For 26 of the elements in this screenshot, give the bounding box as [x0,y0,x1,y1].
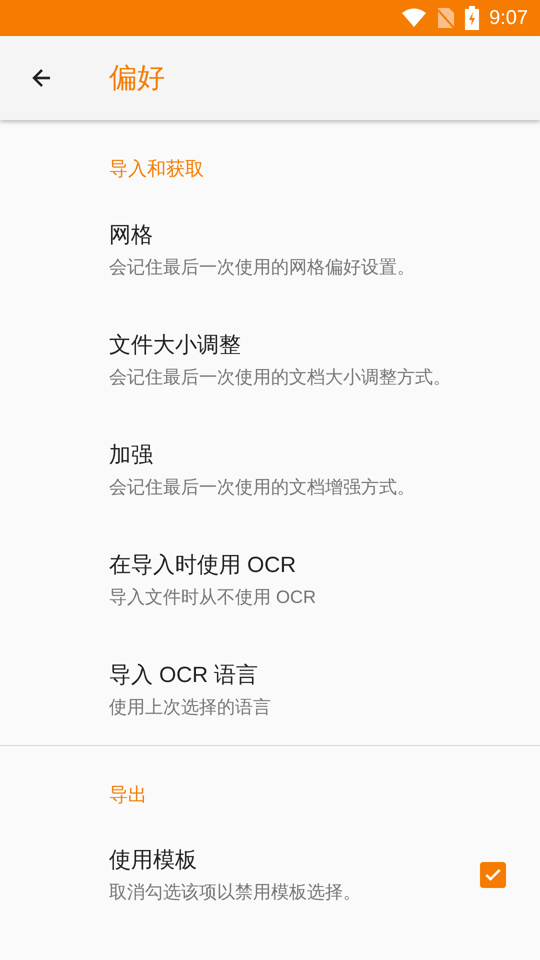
preference-item[interactable]: 加强 会记住最后一次使用的文档增强方式。 [0,414,540,524]
preference-summary: 会记住最后一次使用的文档增强方式。 [109,476,416,498]
preference-title: 使用模板 [109,846,198,874]
preference-title: 导入 OCR 语言 [109,660,260,688]
battery-charging-icon [465,6,480,30]
preference-summary: 导入文件时从不使用 OCR [109,586,317,608]
preference-title: 网格 [109,220,154,248]
preference-item[interactable]: 在导入时使用 OCR 导入文件时从不使用 OCR [0,524,540,634]
no-sim-icon [437,7,456,29]
preference-item[interactable]: 导入 OCR 语言 使用上次选择的语言 [0,634,540,744]
preference-summary: 使用上次选择的语言 [109,696,272,718]
preference-summary: 取消勾选该项以禁用模板选择。 [109,881,362,904]
section-header: 导出 [109,784,147,806]
preference-title: 加强 [109,440,154,468]
app-bar-title: 偏好 [109,61,165,95]
wifi-icon [401,8,428,28]
status-time: 9:07 [489,6,528,31]
preference-item[interactable]: 文件大小调整 会记住最后一次使用的文档大小调整方式。 [0,304,540,414]
section-header: 导入和获取 [109,159,204,180]
checkbox[interactable] [480,862,506,888]
preference-summary: 会记住最后一次使用的文档大小调整方式。 [109,366,452,388]
preference-item[interactable]: 使用模板 取消勾选该项以禁用模板选择。 [0,820,540,930]
preference-item[interactable]: 网格 会记住最后一次使用的网格偏好设置。 [0,194,540,304]
preference-summary: 会记住最后一次使用的网格偏好设置。 [109,256,416,278]
preference-title: 在导入时使用 OCR [109,550,297,578]
preference-title: 文件大小调整 [109,330,242,358]
